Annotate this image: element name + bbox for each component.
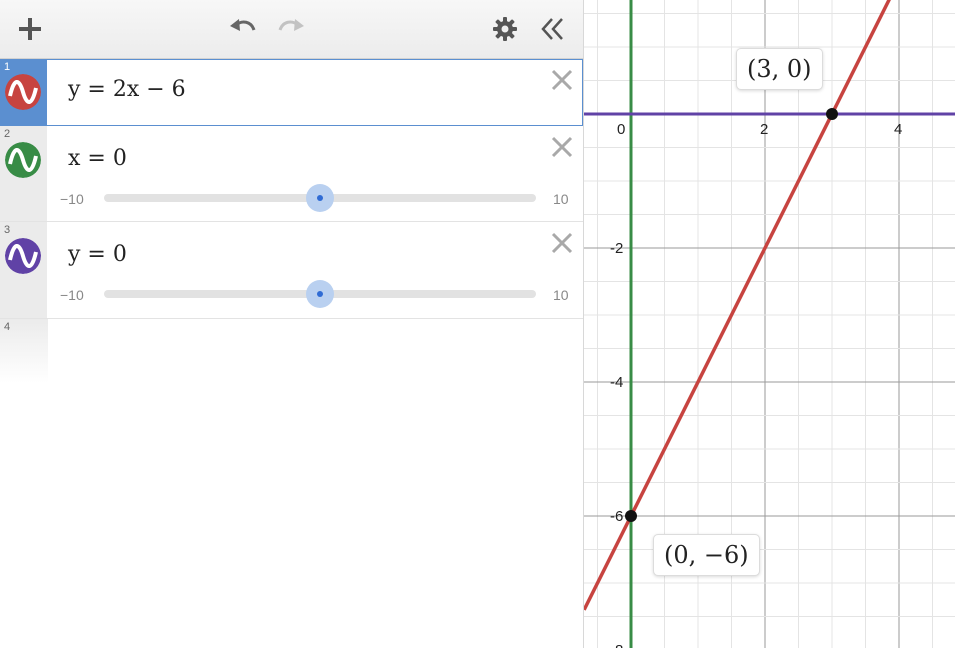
expression-index: 3 bbox=[4, 224, 11, 236]
wave-icon[interactable] bbox=[5, 74, 41, 110]
collapse-panel-button[interactable] bbox=[536, 12, 570, 46]
y-tick-label: -4 bbox=[610, 374, 623, 391]
slider-max[interactable]: 10 bbox=[553, 287, 569, 303]
slider-min[interactable]: −10 bbox=[60, 191, 84, 207]
redo-button[interactable] bbox=[274, 12, 308, 46]
expression-row-2[interactable]: 2 x = 0 −10 10 bbox=[0, 126, 583, 222]
expression-row-3[interactable]: 3 y = 0 −10 10 bbox=[0, 222, 583, 319]
expression-row-1[interactable]: 1 y = 2x − 6 bbox=[0, 59, 583, 126]
expression-input[interactable]: x = 0 bbox=[68, 146, 127, 171]
plus-icon bbox=[19, 18, 41, 40]
settings-button[interactable] bbox=[488, 12, 522, 46]
expression-input[interactable]: y = 2x − 6 bbox=[68, 77, 186, 102]
undo-icon bbox=[230, 19, 256, 31]
point-label[interactable]: (3, 0) bbox=[736, 48, 823, 90]
expression-input[interactable]: y = 0 bbox=[68, 242, 127, 267]
double-chevron-left-icon bbox=[541, 18, 563, 40]
y-tick-label: -6 bbox=[610, 508, 623, 525]
y-tick-label: -2 bbox=[610, 240, 623, 257]
intercept-point bbox=[826, 108, 838, 120]
slider-thumb-dot bbox=[317, 195, 323, 201]
gear-icon bbox=[493, 17, 517, 41]
expression-index: 1 bbox=[4, 61, 11, 73]
y-tick-label: -8 bbox=[610, 642, 623, 648]
slider-thumb[interactable] bbox=[306, 280, 334, 308]
wave-icon[interactable] bbox=[5, 238, 41, 274]
redo-icon bbox=[278, 19, 304, 31]
graph-canvas[interactable]: 0 2 4 -2 -4 -6 -8 bbox=[584, 0, 955, 648]
expression-index: 2 bbox=[4, 128, 11, 140]
expression-toolbar bbox=[0, 0, 583, 59]
slider-min[interactable]: −10 bbox=[60, 287, 84, 303]
intercept-point bbox=[625, 510, 637, 522]
undo-button[interactable] bbox=[226, 12, 260, 46]
expression-row-4[interactable]: 4 bbox=[0, 319, 48, 383]
close-icon[interactable] bbox=[549, 134, 575, 160]
close-icon[interactable] bbox=[549, 230, 575, 256]
slider-max[interactable]: 10 bbox=[553, 191, 569, 207]
x-tick-label: 0 bbox=[617, 121, 625, 138]
slider-thumb-dot bbox=[317, 291, 323, 297]
graph-paper[interactable]: 0 2 4 -2 -4 -6 -8 (3, 0) (0, −6) bbox=[584, 0, 955, 648]
slider-thumb[interactable] bbox=[306, 184, 334, 212]
add-expression-button[interactable] bbox=[13, 12, 47, 46]
close-icon[interactable] bbox=[549, 67, 575, 93]
expression-panel: 1 y = 2x − 6 2 x = 0 −10 10 3 y = 0 −10 … bbox=[0, 0, 584, 648]
x-tick-label: 2 bbox=[760, 121, 768, 138]
wave-icon[interactable] bbox=[5, 142, 41, 178]
expression-index: 4 bbox=[4, 321, 11, 333]
point-label[interactable]: (0, −6) bbox=[653, 534, 760, 576]
x-tick-label: 4 bbox=[894, 121, 902, 138]
